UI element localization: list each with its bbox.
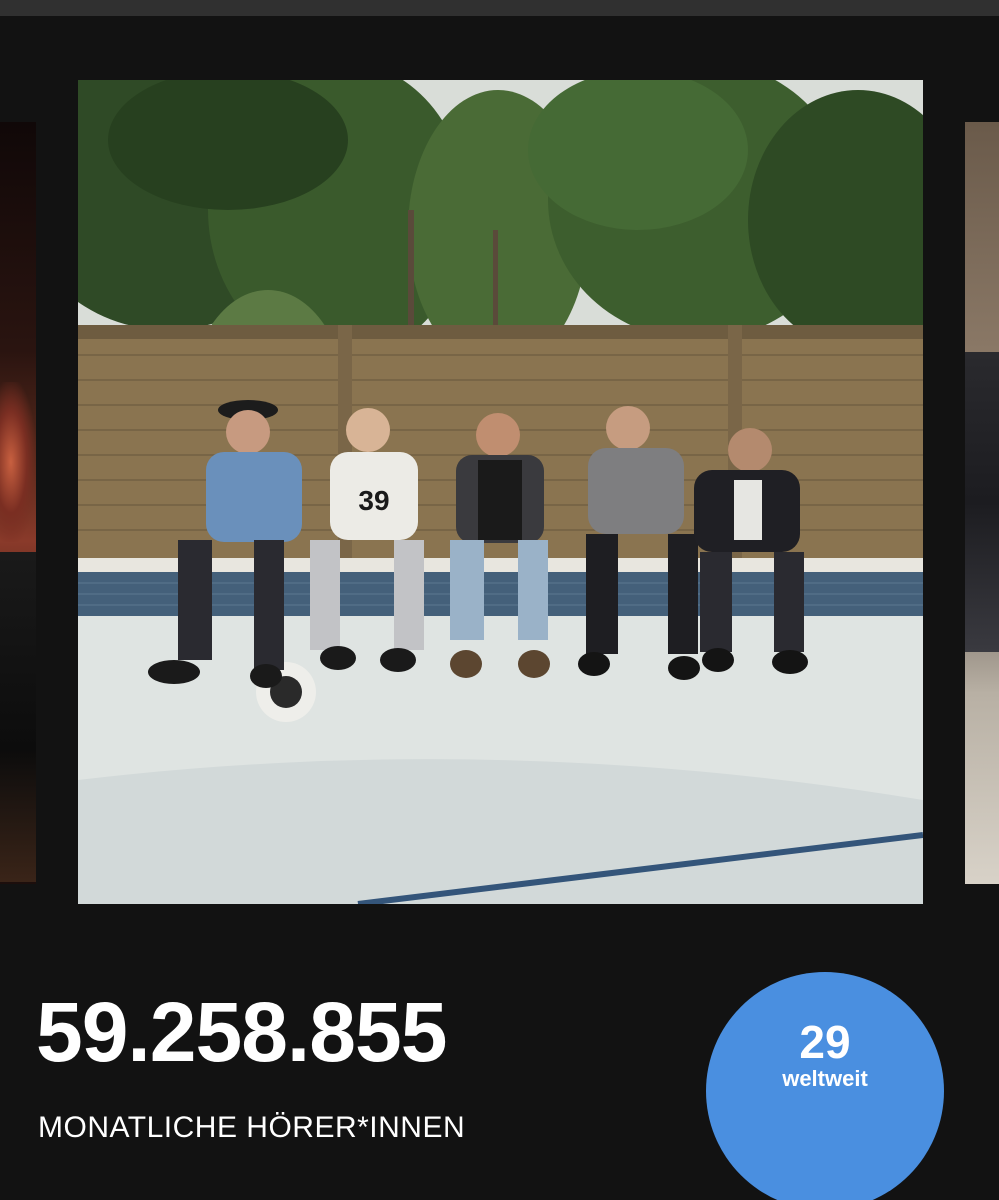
world-rank-number: 29 — [799, 1016, 851, 1068]
svg-text:39: 39 — [358, 485, 389, 516]
artist-about-page: 39 59.258.855 MONATLICHE HÖRER*INNEN 29 … — [0, 0, 999, 1200]
status-strip — [0, 0, 999, 16]
world-rank-label: weltweit — [782, 1066, 868, 1091]
carousel-next-image[interactable] — [965, 122, 999, 884]
monthly-listeners-label: MONATLICHE HÖRER*INNEN — [38, 1111, 466, 1144]
world-rank-badge: 29 weltweit — [706, 972, 944, 1200]
monthly-listeners-count: 59.258.855 — [36, 985, 447, 1079]
carousel-prev-image[interactable] — [0, 122, 36, 884]
artist-image[interactable]: 39 — [78, 80, 923, 904]
